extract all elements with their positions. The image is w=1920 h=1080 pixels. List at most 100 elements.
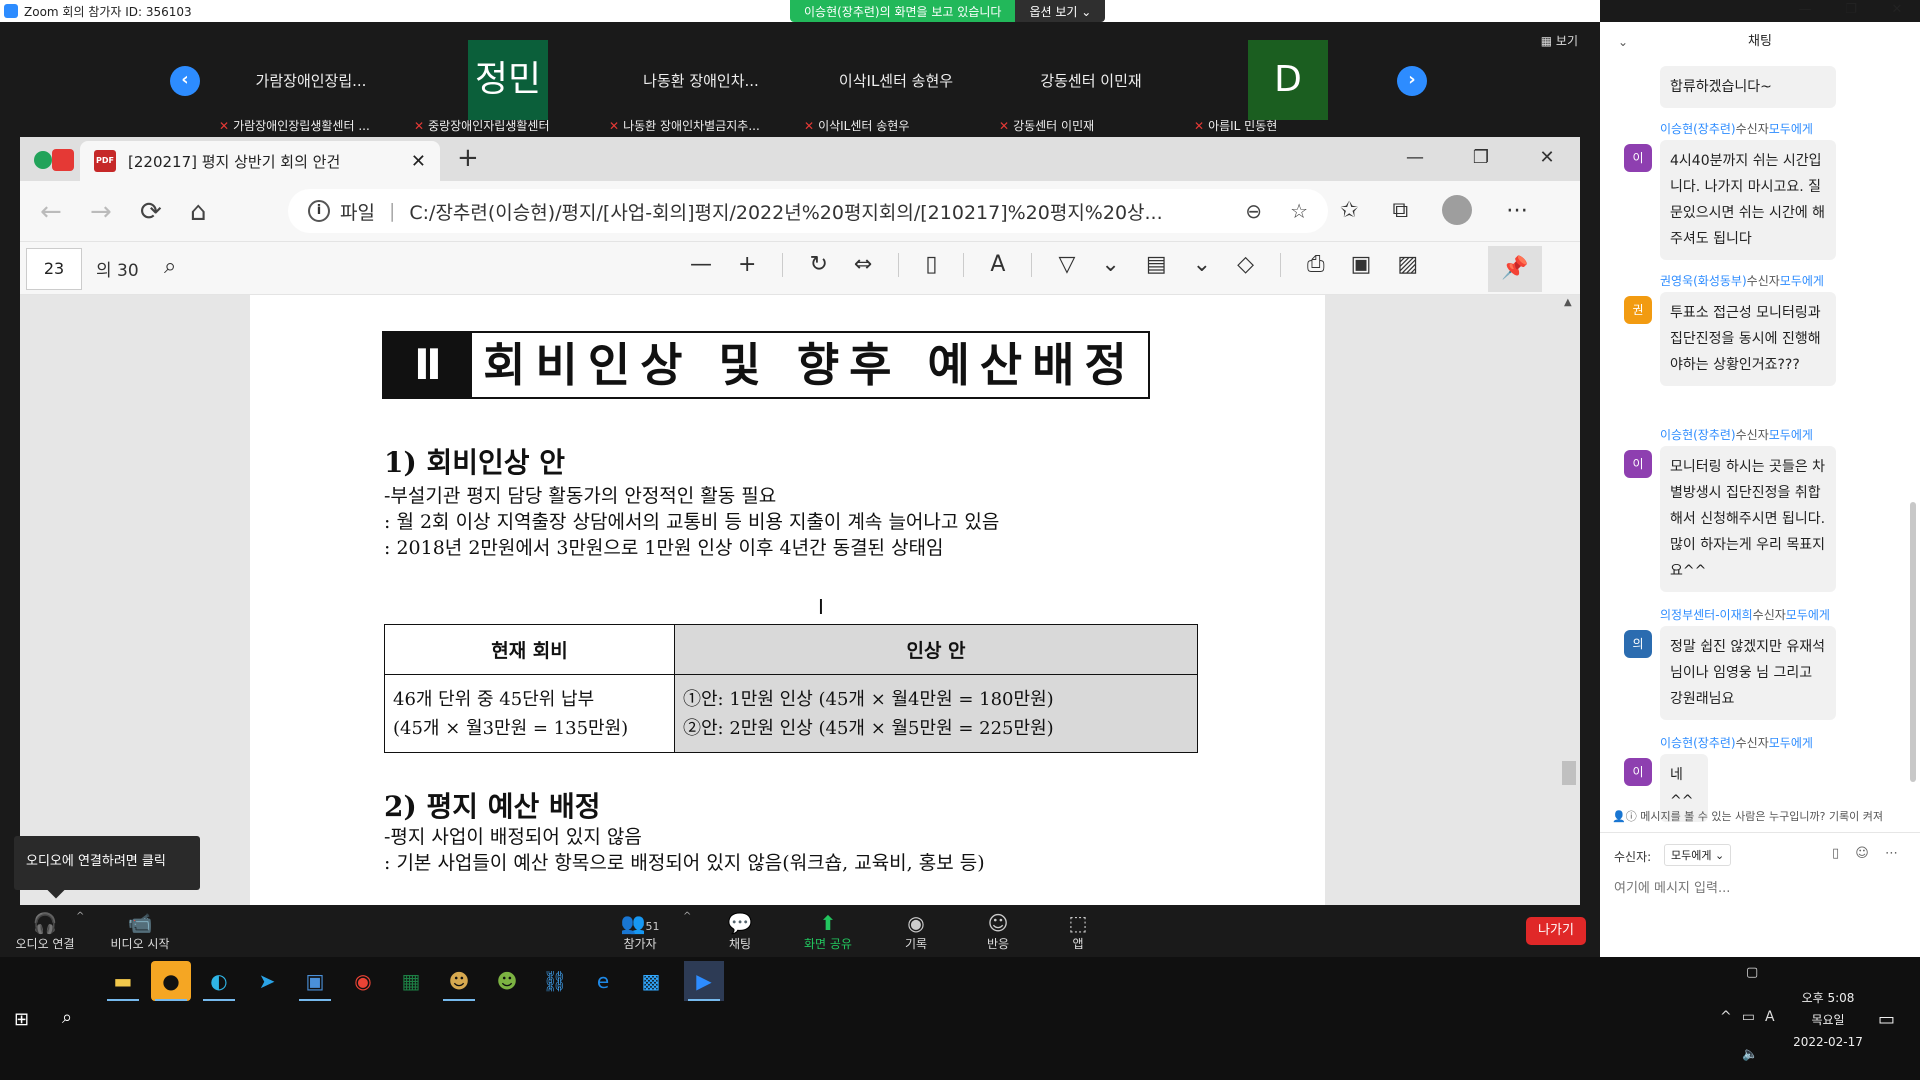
pdf-scrollbar[interactable]: ▲ [1562, 295, 1576, 905]
edge-browser-icon[interactable]: ◐ [199, 961, 239, 1001]
chevron-down-icon[interactable]: ⌄ [1618, 22, 1628, 62]
app-icon[interactable]: ⛓ [535, 961, 575, 1001]
notification-icon[interactable]: ▭ [1878, 1009, 1895, 1030]
body-line: : 월 2회 이상 지역출장 상담에서의 교통비 등 비용 지출이 계속 늘어나… [384, 511, 1000, 533]
share-screen-button[interactable]: ⬆ 화면 공유 [798, 911, 858, 952]
view-button[interactable]: ▦ 보기 [1541, 32, 1578, 49]
more-menu-icon[interactable]: ⋯ [1506, 198, 1528, 223]
home-icon[interactable]: ⌂ [190, 197, 207, 227]
chat-message-input[interactable] [1614, 876, 1904, 900]
reaction-button[interactable]: ☺ 반응 [978, 911, 1018, 952]
url-bar[interactable]: i 파일 | C:/장추련(이승현)/평지/[사업-회의]평지/2022년%20… [288, 189, 1328, 233]
app-icon[interactable]: ☻ [439, 961, 479, 1001]
participant-thumbnail[interactable]: 이삭IL센터 송현우 ✕ 이삭IL센터 송현우 [800, 22, 992, 136]
participant-thumbnail[interactable]: D ✕ 아름IL 민동현 [1190, 22, 1382, 136]
favorites-icon[interactable]: ✩ [1340, 198, 1358, 223]
chat-visibility-note[interactable]: 👤ⓘ 메시지를 볼 수 있는 사람은 누구입니까? 기록이 켜져 [1612, 808, 1912, 824]
chat-scrollbar[interactable] [1910, 502, 1916, 782]
close-button[interactable]: ✕ [1874, 0, 1920, 22]
tab-pdf[interactable]: PDF [220217] 평지 상반기 회의 안건 ✕ [80, 141, 440, 181]
highlight-icon[interactable]: ▤ [1146, 252, 1167, 277]
internet-explorer-icon[interactable]: e [583, 961, 623, 1001]
file-explorer-icon[interactable]: ▬ [103, 961, 143, 1001]
system-clock[interactable]: 오후 5:08 목요일 2022-02-17 [1790, 987, 1866, 1053]
rotate-icon[interactable]: ↻ [809, 252, 827, 277]
save-icon[interactable]: ▣ [1351, 252, 1372, 277]
file-icon[interactable]: ▯ [1832, 846, 1845, 861]
page-view-icon[interactable]: ▯ [925, 252, 937, 277]
chat-message: 합류하겠습니다~ [1660, 66, 1836, 108]
search-icon[interactable]: ⌕ [164, 254, 176, 279]
close-tab-icon[interactable]: ✕ [411, 151, 426, 172]
tray-chevron-icon[interactable]: ^ [1720, 1009, 1732, 1025]
zoom-out-button[interactable]: — [690, 252, 712, 277]
search-icon[interactable]: ⌕ [62, 1007, 72, 1028]
participant-thumbnail[interactable]: 정민 ✕ 중랑장애인자립생활센터 [410, 22, 602, 136]
save-as-icon[interactable]: ▨ [1397, 252, 1418, 277]
record-button[interactable]: ◉ 기록 [896, 911, 936, 952]
chrome-icon[interactable]: ◉ [343, 961, 383, 1001]
pin-toolbar-icon[interactable]: 📌 [1488, 246, 1542, 292]
page-total: 의 30 [96, 261, 139, 281]
next-page-arrow-icon[interactable]: › [1397, 66, 1427, 96]
apps-button[interactable]: ⬚ 앱 [1058, 911, 1098, 952]
add-favorite-icon[interactable]: ☆ [1290, 199, 1308, 223]
table-cell-proposal: ①안: 1만원 인상 (45개 × 월4만원 = 180만원) ②안: 2만원 … [674, 674, 1198, 753]
maximize-button[interactable]: ❐ [1828, 0, 1874, 22]
browser-minimize-button[interactable]: — [1382, 137, 1448, 181]
print-icon[interactable]: ⎙ [1307, 252, 1325, 277]
windows-start-icon[interactable]: ⊞ [14, 1009, 29, 1030]
profile-avatar[interactable] [1442, 195, 1473, 225]
zoom-app-icon[interactable]: ▶ [684, 961, 724, 1001]
recipient-dropdown[interactable]: 모두에게 ⌄ [1664, 844, 1732, 866]
eraser-icon[interactable]: ◇ [1237, 252, 1254, 277]
ime-indicator[interactable]: A [1765, 1009, 1775, 1025]
zoom-out-icon[interactable]: ⊖ [1245, 199, 1262, 223]
read-aloud-icon[interactable]: A [990, 252, 1005, 277]
tray-device-icon[interactable]: ▢ [1746, 965, 1758, 980]
scroll-up-icon[interactable]: ▲ [1564, 297, 1572, 308]
chat-button[interactable]: 💬 채팅 [720, 911, 760, 952]
fit-width-icon[interactable]: ⇔ [854, 252, 872, 277]
subsection-title-budget: 2) 평지 예산 배정 [384, 790, 601, 823]
excel-icon[interactable]: ▦ [391, 961, 431, 1001]
draw-icon[interactable]: ▽ [1058, 252, 1075, 277]
browser-restore-button[interactable]: ❐ [1448, 137, 1514, 181]
participants-chevron-icon[interactable]: ^ [683, 911, 691, 922]
emoji-icon[interactable]: ☺ [1855, 846, 1875, 861]
collections-icon[interactable]: ⧉ [1392, 198, 1408, 223]
video-start-button[interactable]: 📹 비디오 시작 [104, 911, 176, 952]
audio-options-chevron-icon[interactable]: ^ [76, 911, 84, 922]
prev-page-arrow-icon[interactable]: ‹ [170, 66, 200, 96]
volume-icon[interactable]: 🔈 [1742, 1047, 1758, 1062]
forward-arrow-icon[interactable]: → [90, 197, 112, 227]
leave-button[interactable]: 나가기 [1526, 917, 1586, 945]
tab-actions-icon[interactable] [52, 149, 74, 171]
telegram-icon[interactable]: ➤ [247, 961, 287, 1001]
draw-dropdown-icon[interactable]: ⌄ [1101, 252, 1119, 277]
browser-close-button[interactable]: ✕ [1514, 137, 1580, 181]
back-arrow-icon[interactable]: ← [40, 197, 62, 227]
minimize-button[interactable]: — [1782, 0, 1828, 22]
photoshop-icon[interactable]: ▩ [631, 961, 671, 1001]
participant-thumbnail[interactable]: 가람장애인장립... ✕ 가람장애인장립생활센터 ... [215, 22, 407, 136]
scroll-thumb[interactable] [1562, 761, 1576, 785]
view-options-button[interactable]: 옵션 보기 ⌄ [1015, 0, 1106, 22]
participants-button[interactable]: 👥51 참가자 [616, 911, 664, 952]
more-icon[interactable]: ⋯ [1885, 846, 1904, 861]
network-icon[interactable]: ▭ [1742, 1009, 1755, 1025]
page-number-input[interactable]: 23 [26, 248, 82, 290]
refresh-icon[interactable]: ⟳ [140, 197, 162, 227]
app-icon[interactable]: ☻ [487, 961, 527, 1001]
info-icon[interactable]: i [308, 200, 330, 222]
new-tab-icon[interactable]: + [457, 143, 479, 173]
url-text[interactable]: C:/장추련(이승현)/평지/[사업-회의]평지/2022년%20평지회의/[2… [409, 198, 1162, 225]
kakaotalk-icon[interactable]: ● [151, 961, 191, 1001]
participant-thumbnail[interactable]: 나동환 장애인차... ✕ 나동환 장애인차별금지추... [605, 22, 797, 136]
pdf-viewer[interactable]: Ⅱ 회비인상 및 향후 예산배정 1) 회비인상 안 -부설기관 평지 담당 활… [20, 295, 1580, 905]
audio-connect-button[interactable]: 🎧 오디오 연결 [14, 911, 76, 952]
participant-thumbnail[interactable]: 강동센터 이민재 ✕ 강동센터 이민재 [995, 22, 1187, 136]
hancom-icon[interactable]: ▣ [295, 961, 335, 1001]
zoom-in-button[interactable]: + [738, 252, 756, 277]
highlight-dropdown-icon[interactable]: ⌄ [1193, 252, 1211, 277]
